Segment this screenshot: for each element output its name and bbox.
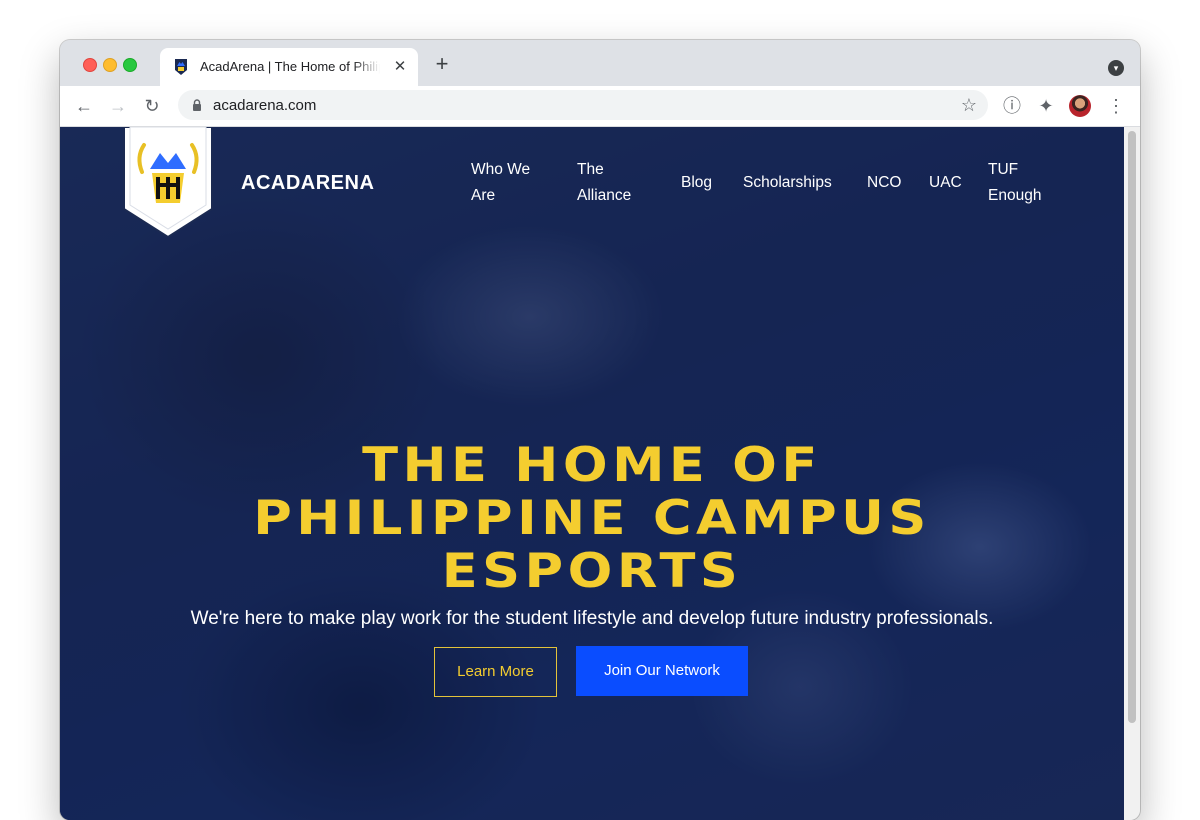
tab-strip: AcadArena | The Home of Philippine Campu… [60,40,1140,86]
browser-tab[interactable]: AcadArena | The Home of Philippine Campu… [160,48,418,86]
scrollbar-thumb[interactable] [1128,131,1136,723]
minimize-window-button[interactable] [103,58,117,72]
nav-uac[interactable]: UAC [929,170,962,196]
acadarena-logo[interactable] [122,127,214,237]
close-window-button[interactable] [83,58,97,72]
bookmark-star-icon[interactable]: ☆ [958,94,980,116]
reload-icon[interactable]: ↻ [140,94,164,118]
url-text: acadarena.com [213,97,317,114]
join-our-network-button[interactable]: Join Our Network [576,646,748,696]
nav-blog[interactable]: Blog [681,170,712,196]
headline-line-2: PHILIPPINE CAMPUS [253,491,931,546]
browser-toolbar: ← → ↻ acadarena.com ☆ ⓘ ✦ ⋮ [60,86,1140,127]
tab-search-icon[interactable]: ▾ [1108,60,1124,76]
acadarena-favicon-icon [175,59,187,75]
nav-the-alliance[interactable]: The Alliance [577,157,657,209]
page-viewport: ACADARENA Who We Are The Alliance Blog S… [60,127,1124,820]
learn-more-button[interactable]: Learn More [434,647,557,697]
profile-avatar[interactable] [1069,95,1091,117]
nav-tuf-enough[interactable]: TUF Enough [988,157,1058,209]
page-scrollbar[interactable] [1124,127,1140,820]
back-icon[interactable]: ← [72,94,96,118]
tab-close-icon[interactable]: ✕ [390,57,410,77]
maximize-window-button[interactable] [123,58,137,72]
hero-subtitle: We're here to make play work for the stu… [190,608,994,629]
new-tab-button[interactable]: + [432,53,452,75]
nav-scholarships[interactable]: Scholarships [743,170,832,196]
lock-icon [193,99,201,111]
address-bar[interactable]: acadarena.com ☆ [178,90,988,120]
nav-who-we-are[interactable]: Who We Are [471,157,551,209]
info-icon[interactable]: ⓘ [1000,94,1024,118]
browser-menu-icon[interactable]: ⋮ [1104,94,1128,118]
browser-window: AcadArena | The Home of Philippine Campu… [60,40,1140,820]
forward-icon[interactable]: → [106,94,130,118]
extensions-icon[interactable]: ✦ [1034,94,1058,118]
headline-line-1: THE HOME OF [362,438,822,493]
headline-line-3: ESPORTS [441,544,743,599]
brand-name[interactable]: ACADARENA [241,172,374,195]
tab-title: AcadArena | The Home of Philippine Campu… [200,59,380,74]
hero-headline: THE HOME OF PHILIPPINE CAMPUS ESPORTS [88,439,1096,598]
nav-nco[interactable]: NCO [867,170,901,196]
